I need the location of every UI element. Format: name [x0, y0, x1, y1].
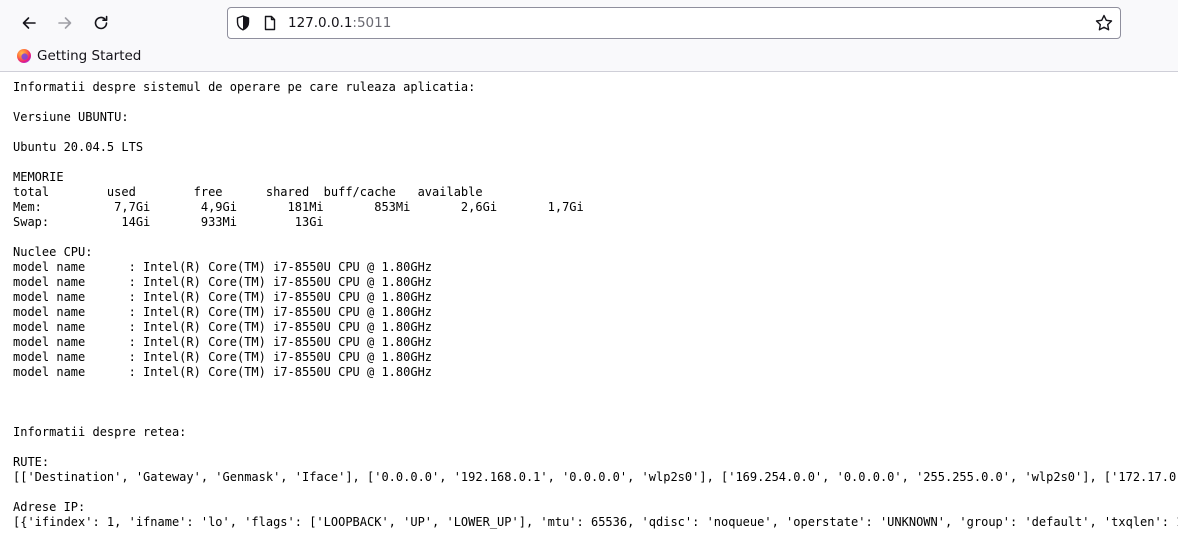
text-line: [13, 410, 1178, 425]
text-line: [13, 485, 1178, 500]
text-line: Versiune UBUNTU:: [13, 110, 129, 124]
url-host: 127.0.0.1: [288, 15, 353, 31]
text-line: Informatii despre sistemul de operare pe…: [13, 80, 476, 94]
browser-toolbar: 127.0.0.1:5011 Getting Started: [0, 0, 1178, 72]
text-line: Adrese IP:: [13, 500, 86, 514]
text-line: [13, 380, 1178, 395]
reload-button[interactable]: [86, 8, 116, 38]
text-line: RUTE:: [13, 455, 50, 469]
url-port: :5011: [352, 15, 392, 31]
text-line: [13, 155, 1178, 170]
bookmark-label: Getting Started: [37, 48, 142, 64]
shield-icon[interactable]: [234, 14, 252, 32]
text-line: Swap: 14Gi 933Mi 13Gi: [13, 215, 324, 229]
address-bar[interactable]: 127.0.0.1:5011: [227, 7, 1121, 39]
bookmark-star-icon[interactable]: [1094, 13, 1114, 33]
firefox-icon: [17, 49, 31, 63]
text-line: MEMORIE: [13, 170, 64, 184]
text-line: [13, 440, 1178, 455]
text-line: Nuclee CPU:: [13, 245, 93, 259]
text-line: [13, 125, 1178, 140]
text-line: model name : Intel(R) Core(TM) i7-8550U …: [13, 350, 433, 364]
text-line: [['Destination', 'Gateway', 'Genmask', '…: [13, 470, 1178, 484]
text-line: model name : Intel(R) Core(TM) i7-8550U …: [13, 335, 433, 349]
text-line: model name : Intel(R) Core(TM) i7-8550U …: [13, 290, 433, 304]
arrow-left-icon: [22, 17, 36, 29]
text-line: model name : Intel(R) Core(TM) i7-8550U …: [13, 260, 433, 274]
back-button[interactable]: [14, 8, 44, 38]
text-line: model name : Intel(R) Core(TM) i7-8550U …: [13, 275, 433, 289]
text-line: Mem: 7,7Gi 4,9Gi 181Mi 853Mi 2,6Gi 1,7Gi: [13, 200, 584, 214]
arrow-right-icon: [58, 17, 72, 29]
reload-icon: [94, 15, 108, 30]
text-line: total used free shared buff/cache availa…: [13, 185, 483, 199]
text-line: model name : Intel(R) Core(TM) i7-8550U …: [13, 320, 433, 334]
text-line: model name : Intel(R) Core(TM) i7-8550U …: [13, 365, 433, 379]
url-text[interactable]: 127.0.0.1:5011: [288, 14, 391, 32]
text-line: [13, 95, 1178, 110]
bookmark-getting-started[interactable]: Getting Started: [12, 45, 145, 67]
page-content: Informatii despre sistemul de operare pe…: [0, 73, 1178, 539]
text-line: model name : Intel(R) Core(TM) i7-8550U …: [13, 305, 433, 319]
page-icon[interactable]: [261, 14, 279, 32]
text-line: [{'ifindex': 1, 'ifname': 'lo', 'flags':…: [13, 515, 1178, 529]
plain-text-document: Informatii despre sistemul de operare pe…: [0, 73, 1178, 530]
text-line: Ubuntu 20.04.5 LTS: [13, 140, 144, 154]
text-line: Informatii despre retea:: [13, 425, 187, 439]
text-line: [13, 230, 1178, 245]
forward-button[interactable]: [50, 8, 80, 38]
text-line: [13, 395, 1178, 410]
